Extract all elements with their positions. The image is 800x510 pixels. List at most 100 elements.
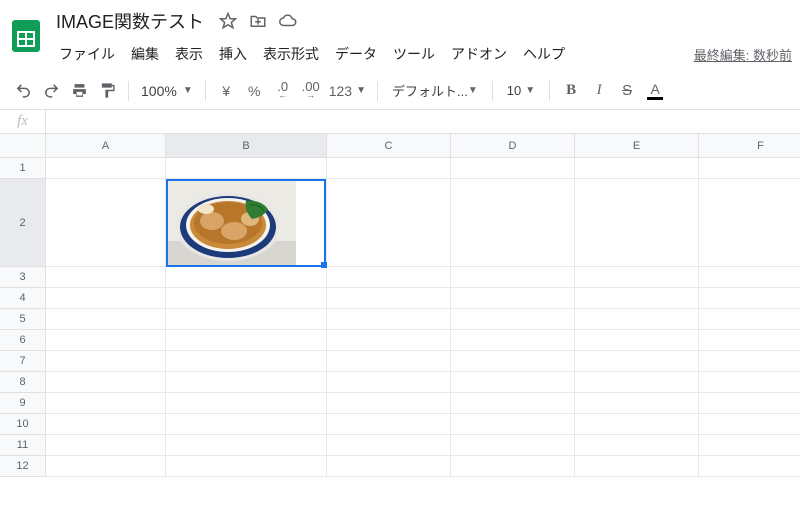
increase-decimal-button[interactable]: .00→ xyxy=(298,78,324,104)
bold-button[interactable]: B xyxy=(558,78,584,104)
cell[interactable] xyxy=(327,179,451,267)
cell[interactable] xyxy=(699,309,800,330)
cell[interactable] xyxy=(699,372,800,393)
cell[interactable] xyxy=(166,435,327,456)
cell[interactable] xyxy=(327,158,451,179)
move-folder-icon[interactable] xyxy=(248,11,268,31)
cell[interactable] xyxy=(327,330,451,351)
cell[interactable] xyxy=(46,351,166,372)
cell[interactable] xyxy=(166,267,327,288)
cell[interactable] xyxy=(699,267,800,288)
cell[interactable] xyxy=(451,372,575,393)
menu-view[interactable]: 表示 xyxy=(168,40,210,68)
cell[interactable] xyxy=(699,414,800,435)
cell[interactable] xyxy=(575,330,699,351)
row-header-4[interactable]: 4 xyxy=(0,288,46,309)
last-edit-link[interactable]: 最終編集: 数秒前 xyxy=(694,45,792,64)
print-button[interactable] xyxy=(66,78,92,104)
cell[interactable] xyxy=(451,288,575,309)
cell[interactable] xyxy=(327,393,451,414)
cell[interactable] xyxy=(46,179,166,267)
cell[interactable] xyxy=(327,288,451,309)
cell[interactable] xyxy=(46,330,166,351)
cell[interactable] xyxy=(451,393,575,414)
strikethrough-button[interactable]: S xyxy=(614,78,640,104)
cell[interactable] xyxy=(166,393,327,414)
row-header-6[interactable]: 6 xyxy=(0,330,46,351)
cell[interactable] xyxy=(451,351,575,372)
paint-format-button[interactable] xyxy=(94,78,120,104)
row-header-9[interactable]: 9 xyxy=(0,393,46,414)
cell[interactable] xyxy=(451,179,575,267)
cell[interactable] xyxy=(327,372,451,393)
menu-file[interactable]: ファイル xyxy=(52,40,122,68)
cell[interactable] xyxy=(327,435,451,456)
cell[interactable] xyxy=(166,456,327,477)
col-header-e[interactable]: E xyxy=(575,134,699,158)
cell[interactable] xyxy=(575,267,699,288)
cell[interactable] xyxy=(46,456,166,477)
cell[interactable] xyxy=(166,158,327,179)
cell[interactable] xyxy=(46,414,166,435)
cell[interactable] xyxy=(166,414,327,435)
col-header-a[interactable]: A xyxy=(46,134,166,158)
select-all-corner[interactable] xyxy=(0,134,46,158)
cell[interactable] xyxy=(46,435,166,456)
menu-format[interactable]: 表示形式 xyxy=(256,40,326,68)
font-family-select[interactable]: デフォルト...▼ xyxy=(386,81,484,100)
cell[interactable] xyxy=(575,435,699,456)
cell[interactable] xyxy=(451,158,575,179)
cell[interactable] xyxy=(451,456,575,477)
cell[interactable] xyxy=(46,393,166,414)
cell[interactable] xyxy=(451,309,575,330)
cell[interactable] xyxy=(699,179,800,267)
menu-edit[interactable]: 編集 xyxy=(124,40,166,68)
row-header-8[interactable]: 8 xyxy=(0,372,46,393)
cell[interactable] xyxy=(46,158,166,179)
cell[interactable] xyxy=(575,309,699,330)
cell[interactable] xyxy=(699,288,800,309)
col-header-b[interactable]: B xyxy=(166,134,327,158)
row-header-1[interactable]: 1 xyxy=(0,158,46,179)
cell[interactable] xyxy=(166,309,327,330)
cell[interactable] xyxy=(699,330,800,351)
currency-format-button[interactable]: ¥ xyxy=(214,78,240,104)
cell[interactable] xyxy=(451,435,575,456)
redo-button[interactable] xyxy=(38,78,64,104)
cell[interactable] xyxy=(451,330,575,351)
undo-button[interactable] xyxy=(10,78,36,104)
cell[interactable] xyxy=(575,179,699,267)
row-header-7[interactable]: 7 xyxy=(0,351,46,372)
cell[interactable] xyxy=(46,267,166,288)
col-header-d[interactable]: D xyxy=(451,134,575,158)
formula-input[interactable] xyxy=(46,110,800,133)
row-header-3[interactable]: 3 xyxy=(0,267,46,288)
cell[interactable] xyxy=(46,309,166,330)
cell[interactable] xyxy=(699,351,800,372)
cell[interactable] xyxy=(166,372,327,393)
text-color-button[interactable]: A xyxy=(642,78,668,104)
cell[interactable] xyxy=(575,393,699,414)
cell[interactable] xyxy=(46,372,166,393)
italic-button[interactable]: I xyxy=(586,78,612,104)
cell[interactable] xyxy=(451,414,575,435)
cell[interactable] xyxy=(575,351,699,372)
font-size-select[interactable]: 10▼ xyxy=(501,83,541,98)
row-header-10[interactable]: 10 xyxy=(0,414,46,435)
cell[interactable] xyxy=(327,351,451,372)
cloud-status-icon[interactable] xyxy=(278,11,298,31)
menu-addons[interactable]: アドオン xyxy=(444,40,514,68)
cell[interactable] xyxy=(166,330,327,351)
row-header-5[interactable]: 5 xyxy=(0,309,46,330)
cell[interactable] xyxy=(166,351,327,372)
sheets-logo[interactable] xyxy=(6,10,46,62)
zoom-select[interactable]: 100%▼ xyxy=(137,83,197,99)
menu-insert[interactable]: 挿入 xyxy=(212,40,254,68)
cell[interactable] xyxy=(699,456,800,477)
cell[interactable] xyxy=(46,288,166,309)
decrease-decimal-button[interactable]: .0← xyxy=(270,78,296,104)
col-header-c[interactable]: C xyxy=(327,134,451,158)
row-header-2[interactable]: 2 xyxy=(0,179,46,267)
row-header-11[interactable]: 11 xyxy=(0,435,46,456)
more-formats-button[interactable]: 123▼ xyxy=(326,78,369,104)
